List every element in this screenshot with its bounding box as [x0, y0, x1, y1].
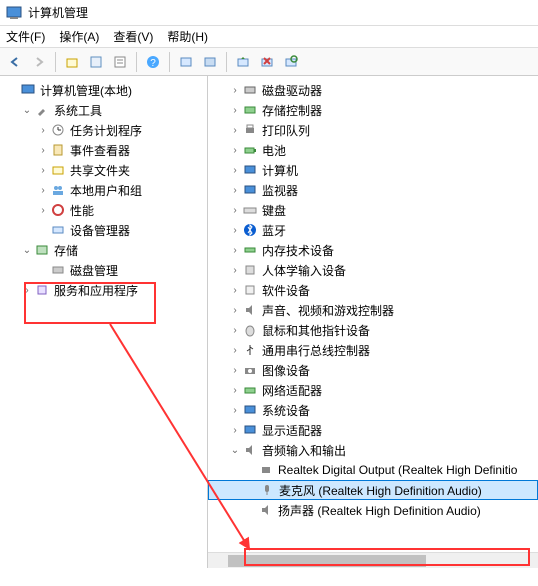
tree-root[interactable]: 计算机管理(本地) [0, 80, 207, 100]
storage-icon [34, 242, 50, 258]
node-storage-controllers[interactable]: ›存储控制器 [208, 100, 538, 120]
tree-disk-mgmt[interactable]: 磁盘管理 [0, 260, 207, 280]
node-print-queues[interactable]: ›打印队列 [208, 120, 538, 140]
forward-button[interactable] [28, 51, 50, 73]
node-network-adapters[interactable]: ›网络适配器 [208, 380, 538, 400]
node-system-devices[interactable]: ›系统设备 [208, 400, 538, 420]
node-monitors[interactable]: ›监视器 [208, 180, 538, 200]
node-bluetooth[interactable]: ›蓝牙 [208, 220, 538, 240]
node-disk-drives[interactable]: ›磁盘驱动器 [208, 80, 538, 100]
menu-view[interactable]: 查看(V) [113, 28, 153, 45]
folder-share-icon [50, 162, 66, 178]
hid-icon [242, 262, 258, 278]
node-keyboards[interactable]: ›键盘 [208, 200, 538, 220]
tree-performance[interactable]: ›性能 [0, 200, 207, 220]
audio-icon [242, 442, 258, 458]
node-speakers[interactable]: 扬声器 (Realtek High Definition Audio) [208, 500, 538, 520]
menu-file[interactable]: 文件(F) [6, 28, 45, 45]
titlebar: 计算机管理 [0, 0, 538, 26]
clock-icon [50, 122, 66, 138]
node-hid[interactable]: ›人体学输入设备 [208, 260, 538, 280]
scan-button-2[interactable] [199, 51, 221, 73]
node-audio-io[interactable]: ⌄音频输入和输出 [208, 440, 538, 460]
title-text: 计算机管理 [28, 4, 88, 21]
help-button[interactable]: ? [142, 51, 164, 73]
menu-help[interactable]: 帮助(H) [167, 28, 208, 45]
disk-icon [50, 262, 66, 278]
wrench-icon [34, 102, 50, 118]
device-mgr-icon [50, 222, 66, 238]
node-mice[interactable]: ›鼠标和其他指针设备 [208, 320, 538, 340]
right-tree[interactable]: ›磁盘驱动器 ›存储控制器 ›打印队列 ›电池 ›计算机 ›监视器 ›键盘 ›蓝… [208, 76, 538, 568]
tree-local-users[interactable]: ›本地用户和组 [0, 180, 207, 200]
keyboard-icon [242, 202, 258, 218]
left-tree[interactable]: 计算机管理(本地) ⌄系统工具 ›任务计划程序 ›事件查看器 ›共享文件夹 ›本… [0, 76, 208, 568]
camera-icon [242, 362, 258, 378]
scrollbar-horizontal[interactable] [208, 552, 538, 568]
perf-icon [50, 202, 66, 218]
speaker-icon [242, 302, 258, 318]
menu-action[interactable]: 操作(A) [59, 28, 99, 45]
properties-button[interactable] [85, 51, 107, 73]
computer-icon [242, 162, 258, 178]
node-sound-video-game[interactable]: ›声音、视频和游戏控制器 [208, 300, 538, 320]
system-icon [242, 402, 258, 418]
uninstall-button[interactable] [256, 51, 278, 73]
node-computer[interactable]: ›计算机 [208, 160, 538, 180]
node-imaging-devices[interactable]: ›图像设备 [208, 360, 538, 380]
computer-mgmt-icon [20, 82, 36, 98]
refresh-button[interactable] [280, 51, 302, 73]
up-button[interactable] [61, 51, 83, 73]
node-software-devices[interactable]: ›软件设备 [208, 280, 538, 300]
tree-shared-folders[interactable]: ›共享文件夹 [0, 160, 207, 180]
mic-icon [259, 482, 275, 498]
software-icon [242, 282, 258, 298]
speaker-icon [258, 502, 274, 518]
memory-icon [242, 242, 258, 258]
list-button[interactable] [109, 51, 131, 73]
battery-icon [242, 142, 258, 158]
update-driver-button[interactable] [232, 51, 254, 73]
speaker-icon [258, 462, 274, 478]
app-icon [6, 5, 22, 21]
tree-storage[interactable]: ⌄存储 [0, 240, 207, 260]
usb-icon [242, 342, 258, 358]
menubar: 文件(F) 操作(A) 查看(V) 帮助(H) [0, 26, 538, 48]
separator [226, 52, 227, 72]
node-memory-devices[interactable]: ›内存技术设备 [208, 240, 538, 260]
separator [169, 52, 170, 72]
scan-button[interactable] [175, 51, 197, 73]
network-icon [242, 382, 258, 398]
monitor-icon [242, 182, 258, 198]
mouse-icon [242, 322, 258, 338]
display-icon [242, 422, 258, 438]
node-usb-controllers[interactable]: ›通用串行总线控制器 [208, 340, 538, 360]
tree-event-viewer[interactable]: ›事件查看器 [0, 140, 207, 160]
printer-icon [242, 122, 258, 138]
storage-ctrl-icon [242, 102, 258, 118]
node-realtek-digital[interactable]: Realtek Digital Output (Realtek High Def… [208, 460, 538, 480]
bluetooth-icon [242, 222, 258, 238]
node-batteries[interactable]: ›电池 [208, 140, 538, 160]
separator [136, 52, 137, 72]
services-icon [34, 282, 50, 298]
node-display-adapters[interactable]: ›显示适配器 [208, 420, 538, 440]
tree-device-manager[interactable]: 设备管理器 [0, 220, 207, 240]
tree-task-scheduler[interactable]: ›任务计划程序 [0, 120, 207, 140]
toolbar: ? [0, 48, 538, 76]
svg-text:?: ? [150, 58, 156, 69]
disk-drive-icon [242, 82, 258, 98]
main-pane: 计算机管理(本地) ⌄系统工具 ›任务计划程序 ›事件查看器 ›共享文件夹 ›本… [0, 76, 538, 568]
event-icon [50, 142, 66, 158]
node-microphone[interactable]: 麦克风 (Realtek High Definition Audio) [208, 480, 538, 500]
tree-services-apps[interactable]: ›服务和应用程序 [0, 280, 207, 300]
back-button[interactable] [4, 51, 26, 73]
tree-system-tools[interactable]: ⌄系统工具 [0, 100, 207, 120]
users-icon [50, 182, 66, 198]
separator [55, 52, 56, 72]
